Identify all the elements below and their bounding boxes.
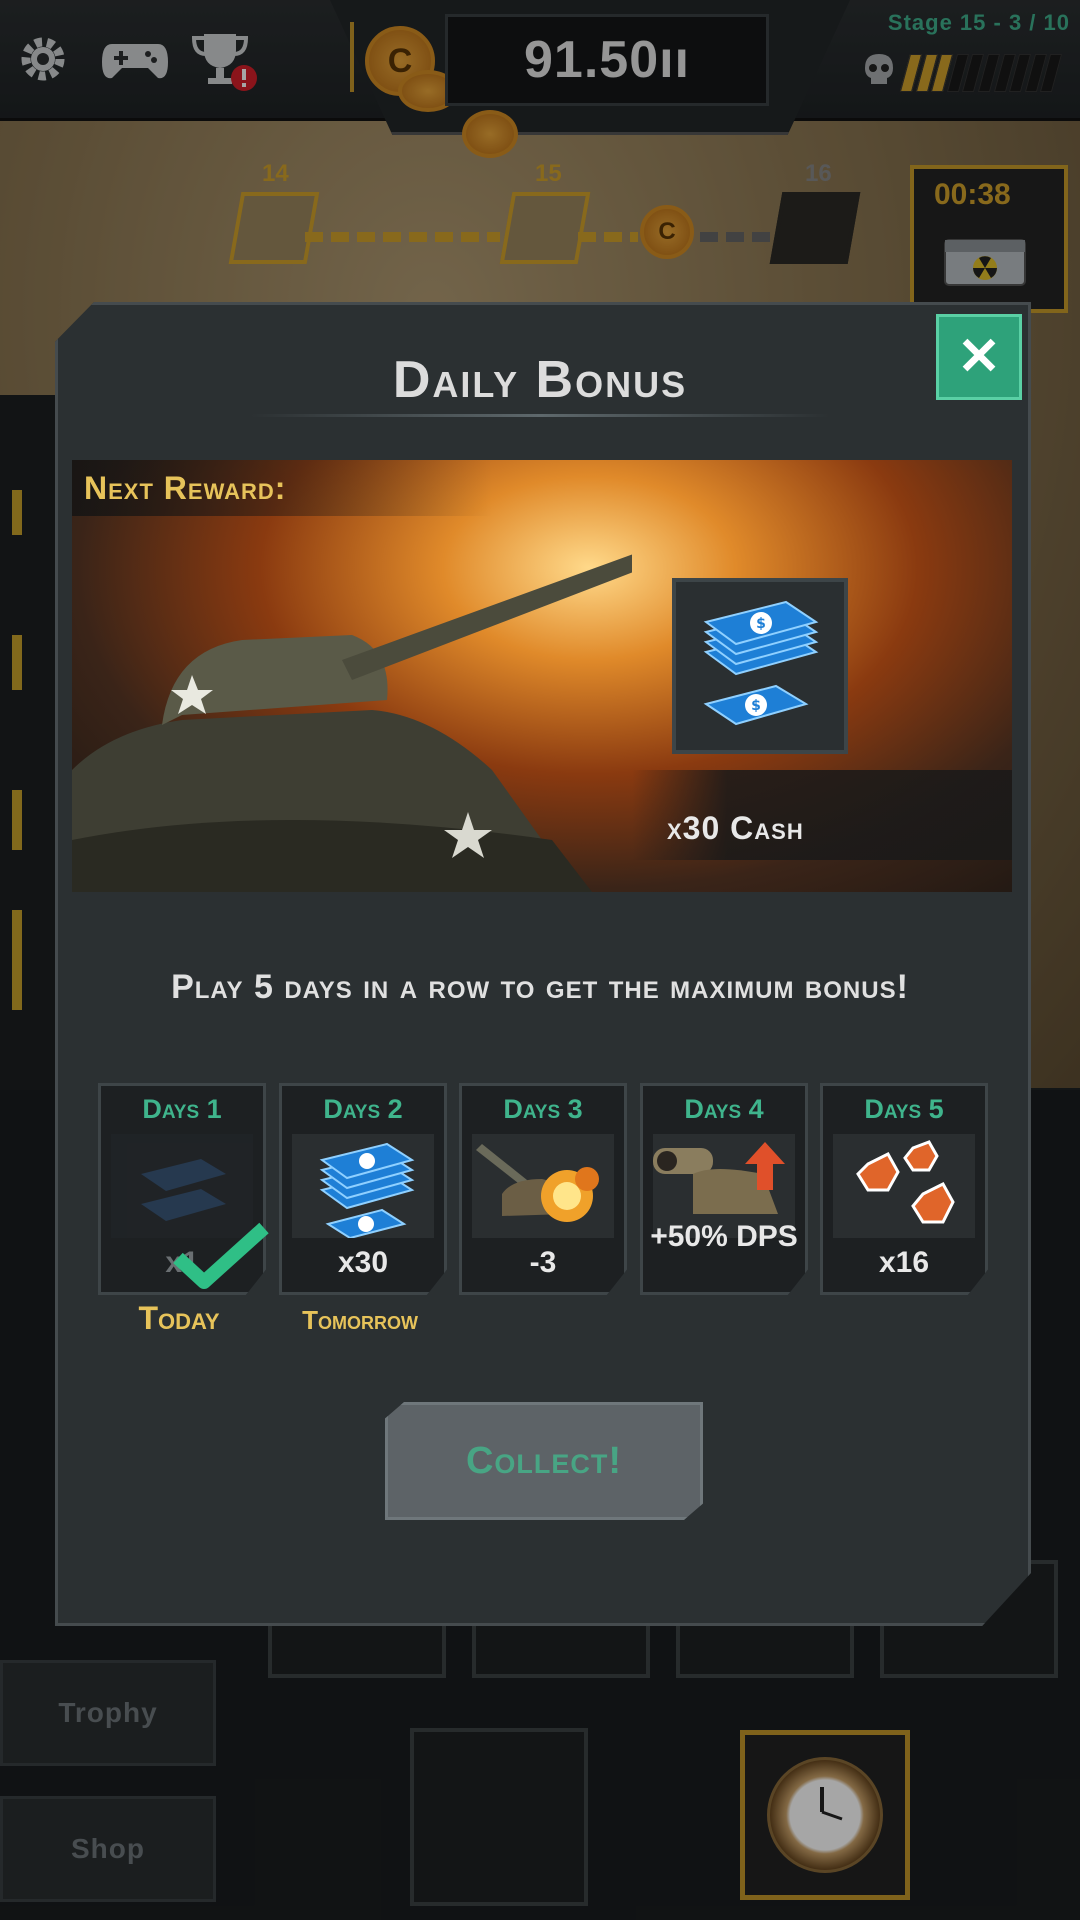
day-label: Days 2 bbox=[323, 1094, 403, 1124]
day-status-tomorrow: Tomorrow bbox=[302, 1305, 418, 1335]
collect-button[interactable]: Collect! bbox=[385, 1402, 703, 1520]
cash-icon bbox=[292, 1134, 434, 1240]
day-card-2[interactable]: Days 2 x30 bbox=[279, 1083, 447, 1295]
cash-icon: $ $ bbox=[703, 600, 819, 726]
day-card-3[interactable]: Days 3 -3 bbox=[459, 1083, 627, 1295]
close-button[interactable]: ✕ bbox=[936, 314, 1022, 400]
dialog-title: Daily Bonus bbox=[392, 351, 688, 409]
next-reward-banner: Next Reward: $ $ x30 Cash bbox=[72, 460, 1012, 892]
day-card-4[interactable]: Days 4 +50% DPS bbox=[640, 1083, 808, 1295]
medal-icon bbox=[833, 1134, 975, 1238]
close-icon: ✕ bbox=[957, 328, 1001, 386]
day-value: x16 bbox=[878, 1246, 930, 1279]
day-value: -3 bbox=[529, 1246, 557, 1279]
title-divider bbox=[250, 414, 830, 417]
next-reward-card: $ $ bbox=[672, 578, 848, 754]
day-card-5[interactable]: Days 5 x16 bbox=[820, 1083, 988, 1295]
day-label: Days 5 bbox=[864, 1094, 944, 1124]
day-status-today: Today bbox=[138, 1300, 220, 1336]
svg-text:$: $ bbox=[751, 698, 761, 714]
svg-text:$: $ bbox=[756, 616, 766, 632]
next-reward-name: x30 Cash bbox=[667, 810, 804, 846]
tank-illustration bbox=[72, 554, 632, 892]
tank-explosion-icon bbox=[472, 1134, 614, 1238]
day-value: x30 bbox=[337, 1246, 389, 1279]
promo-text: Play 5 days in a row to get the maximum … bbox=[171, 968, 909, 1006]
day-label: Days 3 bbox=[503, 1094, 583, 1124]
day-label: Days 1 bbox=[142, 1094, 222, 1124]
day-label: Days 4 bbox=[684, 1094, 764, 1124]
day-value: +50% DPS bbox=[650, 1220, 798, 1253]
check-icon bbox=[173, 1222, 269, 1289]
next-reward-label: Next Reward: bbox=[84, 470, 287, 506]
